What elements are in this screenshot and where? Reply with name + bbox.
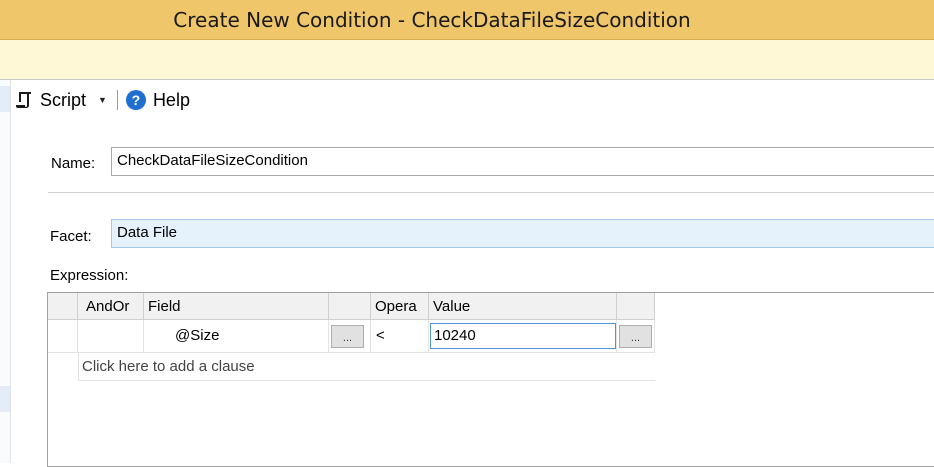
value-cell: 10240 xyxy=(429,320,617,353)
add-clause-row[interactable]: Click here to add a clause xyxy=(78,353,655,381)
help-label: Help xyxy=(152,89,190,110)
column-header-value[interactable]: Value xyxy=(429,293,617,320)
help-button[interactable]: ? Help xyxy=(125,89,190,111)
facet-label: Facet: xyxy=(50,228,92,245)
name-label: Name: xyxy=(51,155,96,172)
operator-cell[interactable]: < xyxy=(371,320,429,353)
add-row-edge xyxy=(78,353,79,381)
toolbar-separator xyxy=(116,90,118,110)
left-panel-edge xyxy=(0,80,11,463)
column-header-field[interactable]: Field xyxy=(144,293,329,320)
column-header-value-button xyxy=(617,293,655,320)
window-title: Create New Condition - CheckDataFileSize… xyxy=(173,7,691,32)
andor-cell[interactable] xyxy=(78,320,144,353)
field-button-cell: ... xyxy=(329,320,371,353)
expression-label: Expression: xyxy=(50,267,129,284)
left-panel-marker xyxy=(0,86,10,112)
script-icon xyxy=(14,90,34,110)
title-bar: Create New Condition - CheckDataFileSize… xyxy=(0,0,934,40)
chevron-down-icon[interactable]: ▼ xyxy=(98,95,107,105)
row-header[interactable] xyxy=(48,320,78,353)
value-button-cell: ... xyxy=(617,320,655,353)
row-header-corner xyxy=(48,293,78,320)
section-divider xyxy=(48,192,934,193)
column-header-field-button xyxy=(329,293,371,320)
field-browse-button[interactable]: ... xyxy=(331,325,364,348)
script-button[interactable]: Script ▼ xyxy=(14,90,107,111)
left-panel-marker xyxy=(0,386,10,412)
facet-select[interactable]: Data File xyxy=(111,219,934,248)
field-cell[interactable]: @Size xyxy=(144,320,329,353)
value-input[interactable]: 10240 xyxy=(430,323,616,349)
help-icon: ? xyxy=(125,90,146,110)
column-header-andor[interactable]: AndOr xyxy=(78,293,144,320)
script-label: Script xyxy=(40,89,87,110)
value-browse-button[interactable]: ... xyxy=(619,325,652,348)
name-field[interactable]: CheckDataFileSizeCondition xyxy=(111,147,934,176)
column-header-operator[interactable]: Opera xyxy=(371,293,429,320)
info-bar xyxy=(0,40,934,80)
expression-grid[interactable]: AndOr Field Opera Value @Size ... < 1024… xyxy=(47,292,934,467)
toolbar: Script ▼ ? Help xyxy=(14,84,190,116)
